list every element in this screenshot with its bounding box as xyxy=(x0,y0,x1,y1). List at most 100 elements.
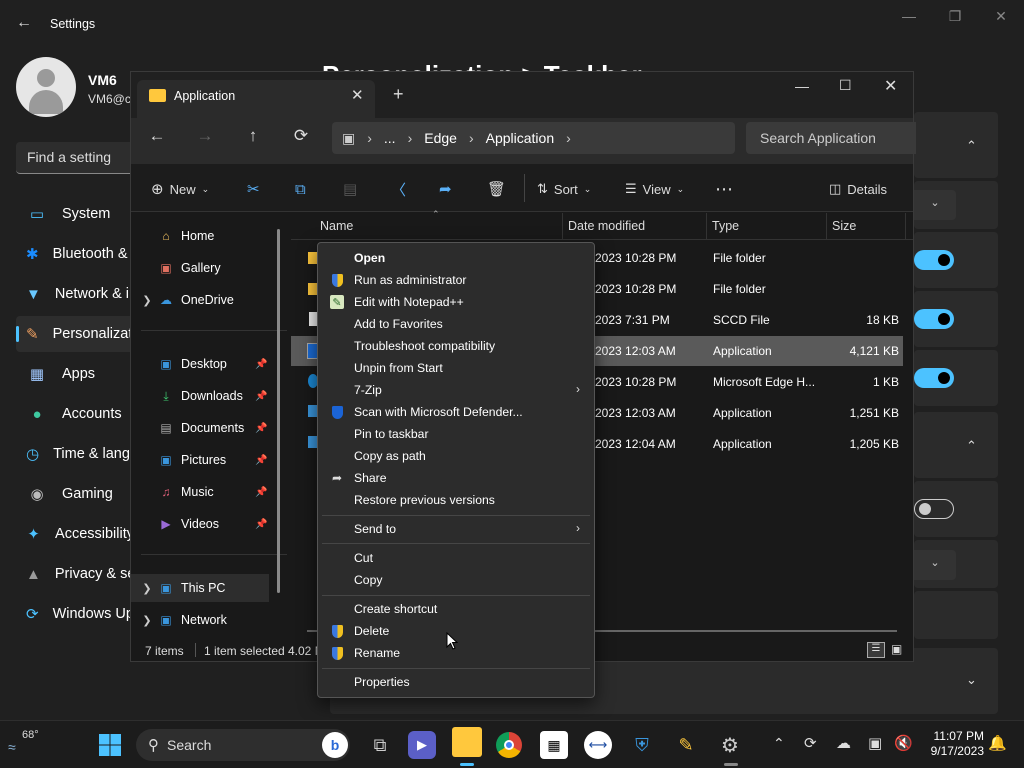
nav-item-windows-update[interactable]: ⟳ Windows Update xyxy=(16,596,134,632)
menu-7zip[interactable]: 7-Zip › xyxy=(318,379,594,401)
column-date[interactable]: Date modified xyxy=(568,219,645,233)
start-button[interactable] xyxy=(96,731,124,759)
chevron-up-icon[interactable]: ⌃ xyxy=(966,138,977,154)
menu-cut[interactable]: Cut xyxy=(318,547,594,569)
delete-button[interactable]: 🗑 xyxy=(487,178,506,200)
column-type[interactable]: Type xyxy=(712,219,739,233)
task-view-icon[interactable]: ⧉ xyxy=(366,731,394,759)
new-tab-icon[interactable]: + xyxy=(393,84,404,105)
up-icon[interactable]: ↑ xyxy=(241,126,265,150)
menu-edit-notepad[interactable]: ✎ Edit with Notepad++ xyxy=(318,291,594,313)
taskbar-search[interactable]: ⚲ Search b xyxy=(136,729,350,761)
chevron-up-icon[interactable]: ⌃ xyxy=(966,438,977,454)
nav-item-personalization[interactable]: ✎ Personalization xyxy=(16,316,134,352)
menu-troubleshoot[interactable]: Troubleshoot compatibility xyxy=(318,335,594,357)
nav-item-network[interactable]: ▼ Network & internet xyxy=(16,276,134,312)
pin-icon[interactable]: 📌 xyxy=(255,423,267,434)
column-divider[interactable] xyxy=(905,213,906,240)
minimize-icon[interactable]: — xyxy=(795,78,809,94)
close-icon[interactable]: ✕ xyxy=(989,8,1013,26)
nav-network[interactable]: ❯ ▣ Network xyxy=(131,606,287,634)
clock[interactable]: 11:07 PM 9/17/2023 xyxy=(920,729,984,759)
breadcrumb-edge[interactable]: Edge xyxy=(424,130,457,146)
details-button[interactable]: ◫ Details xyxy=(829,178,887,200)
column-divider[interactable] xyxy=(826,213,827,240)
menu-pin-taskbar[interactable]: Pin to taskbar xyxy=(318,423,594,445)
pin-icon[interactable]: 📌 xyxy=(255,519,267,530)
toggle-switch-on[interactable] xyxy=(914,250,954,270)
breadcrumb-application[interactable]: Application xyxy=(486,130,555,146)
find-setting-input[interactable]: Find a setting xyxy=(16,142,136,174)
chevron-right-icon[interactable]: ❯ xyxy=(137,294,157,307)
notepad-icon[interactable]: ✎ xyxy=(672,731,700,759)
column-name[interactable]: Name xyxy=(320,219,353,233)
back-arrow-icon[interactable]: ← xyxy=(16,14,36,34)
teamviewer-icon[interactable]: ⟷ xyxy=(584,731,612,759)
new-button[interactable]: ⊕ New ⌄ xyxy=(151,178,209,200)
paste-button[interactable]: ▤ xyxy=(343,178,357,200)
chevron-right-icon[interactable]: ❯ xyxy=(137,582,157,595)
nav-videos[interactable]: ▶ Videos 📌 xyxy=(131,510,287,538)
menu-add-favorites[interactable]: Add to Favorites xyxy=(318,313,594,335)
nav-desktop[interactable]: ▣ Desktop 📌 xyxy=(131,350,287,378)
more-options-icon[interactable]: ⋯ xyxy=(715,178,733,200)
nav-onedrive[interactable]: ❯ ☁ OneDrive xyxy=(131,286,287,314)
scrollbar[interactable] xyxy=(277,229,280,593)
toggle-switch-on[interactable] xyxy=(914,309,954,329)
pin-icon[interactable]: 📌 xyxy=(255,391,267,402)
nav-item-privacy[interactable]: ▲ Privacy & security xyxy=(16,556,134,592)
teams-chat-icon[interactable]: ▶ xyxy=(408,731,436,759)
nav-this-pc[interactable]: ❯ ▣ This PC xyxy=(131,574,269,602)
toggle-switch-off[interactable] xyxy=(914,499,954,519)
nav-downloads[interactable]: ⤓ Downloads 📌 xyxy=(131,382,287,410)
column-divider[interactable] xyxy=(706,213,707,240)
dropdown[interactable]: ⌄ xyxy=(914,190,956,220)
nav-item-system[interactable]: ▭ System xyxy=(16,196,134,232)
menu-create-shortcut[interactable]: Create shortcut xyxy=(318,598,594,620)
pin-icon[interactable]: 📌 xyxy=(255,487,267,498)
nav-gallery[interactable]: ▣ Gallery xyxy=(131,254,287,282)
copy-button[interactable]: ⧉ xyxy=(295,178,306,200)
breadcrumb-ellipsis[interactable]: ... xyxy=(384,130,396,146)
maximize-icon[interactable]: ☐ xyxy=(839,77,852,94)
menu-send-to[interactable]: Send to › xyxy=(318,518,594,540)
nav-item-bluetooth[interactable]: ✱ Bluetooth & devices xyxy=(16,236,134,272)
nav-item-gaming[interactable]: ◉ Gaming xyxy=(16,476,134,512)
nav-item-accounts[interactable]: ● Accounts xyxy=(16,396,134,432)
chevron-up-icon[interactable]: ⌃ xyxy=(773,735,785,752)
store-icon[interactable]: ▦ xyxy=(540,731,568,759)
nav-item-time-language[interactable]: ◷ Time & language xyxy=(16,436,134,472)
menu-open[interactable]: Open xyxy=(318,247,594,269)
nav-item-apps[interactable]: ▦ Apps xyxy=(16,356,134,392)
network-tray-icon[interactable]: ▣ xyxy=(868,734,882,752)
chevron-right-icon[interactable]: ❯ xyxy=(137,614,157,627)
share-button[interactable]: ➦ xyxy=(439,178,452,200)
maximize-icon[interactable]: ❐ xyxy=(943,8,967,26)
menu-unpin-start[interactable]: Unpin from Start xyxy=(318,357,594,379)
sync-icon[interactable]: ⟳ xyxy=(804,734,817,752)
settings-gear-icon[interactable]: ⚙ xyxy=(716,731,744,759)
menu-copy[interactable]: Copy xyxy=(318,569,594,591)
toggle-switch-on[interactable] xyxy=(914,368,954,388)
sort-button[interactable]: ⇅ Sort ⌄ xyxy=(537,178,591,200)
nav-item-accessibility[interactable]: ✦ Accessibility xyxy=(16,516,134,552)
details-view-icon[interactable]: ☰ xyxy=(867,642,885,658)
column-size[interactable]: Size xyxy=(832,219,856,233)
back-icon[interactable]: ← xyxy=(145,126,169,150)
menu-properties[interactable]: Properties xyxy=(318,671,594,693)
tiles-view-icon[interactable]: ▣ xyxy=(891,642,907,658)
nav-home[interactable]: ⌂ Home xyxy=(131,222,287,250)
cut-button[interactable]: ✂ xyxy=(247,178,260,200)
minimize-icon[interactable]: — xyxy=(897,8,921,26)
menu-copy-path[interactable]: Copy as path xyxy=(318,445,594,467)
defender-shield-icon[interactable]: ⛨ xyxy=(628,731,656,759)
rename-button[interactable]: 〈 xyxy=(391,178,406,200)
nav-documents[interactable]: ▤ Documents 📌 xyxy=(131,414,287,442)
settings-card[interactable] xyxy=(914,112,998,178)
pin-icon[interactable]: 📌 xyxy=(255,455,267,466)
dropdown[interactable]: ⌄ xyxy=(914,550,956,580)
menu-restore-versions[interactable]: Restore previous versions xyxy=(318,489,594,511)
menu-scan-defender[interactable]: Scan with Microsoft Defender... xyxy=(318,401,594,423)
search-input[interactable]: Search Application xyxy=(746,122,916,154)
menu-share[interactable]: ➦ Share xyxy=(318,467,594,489)
